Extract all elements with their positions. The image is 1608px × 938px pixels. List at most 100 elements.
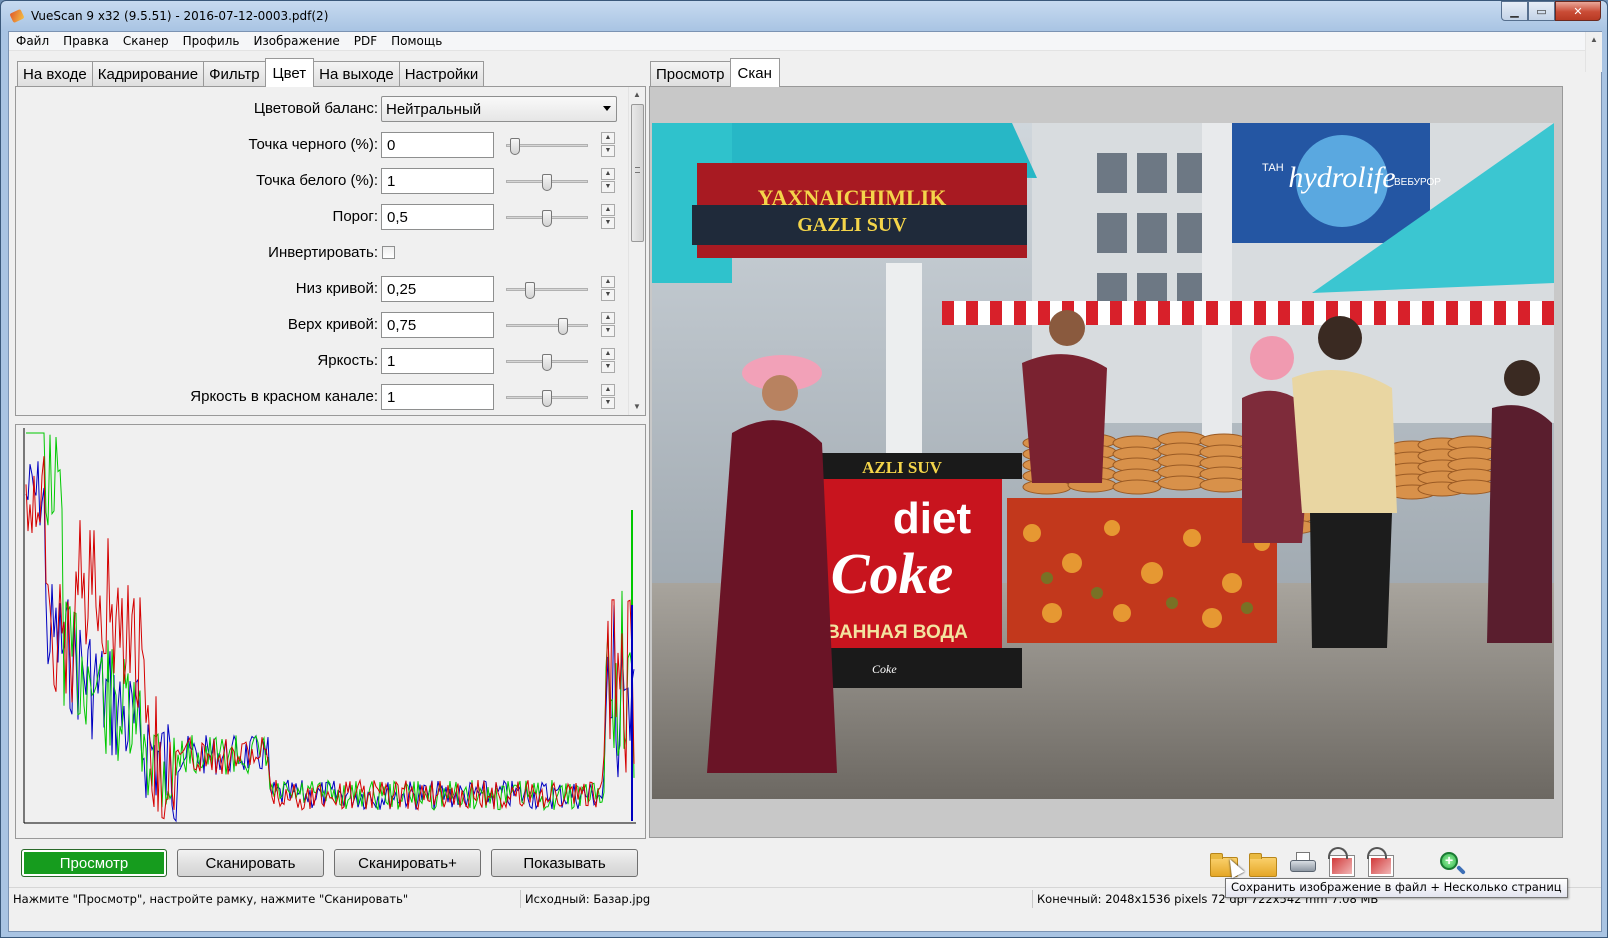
gazli-suv-sign: GAZLI SUV xyxy=(797,214,907,236)
spin-up-icon[interactable]: ▲ xyxy=(601,204,615,216)
save-tooltip: Сохранить изображение в файл + Несколько… xyxy=(1225,878,1568,898)
spin-down-icon[interactable]: ▼ xyxy=(601,361,615,373)
spin-up-icon[interactable]: ▲ xyxy=(601,168,615,180)
invert-checkbox[interactable] xyxy=(382,246,395,259)
tab-input[interactable]: На входе xyxy=(17,61,93,87)
veburor-sign: ВЕБУРОР xyxy=(1394,177,1441,188)
scan-button[interactable]: Сканировать xyxy=(177,849,324,877)
curve-low-slider[interactable] xyxy=(506,282,588,299)
open-folder-icon[interactable] xyxy=(1246,849,1280,879)
zoom-in-icon[interactable]: + xyxy=(1432,849,1466,879)
scroll-down-icon[interactable]: ▼ xyxy=(629,399,645,415)
histogram-panel xyxy=(15,424,646,839)
scroll-thumb[interactable] xyxy=(631,104,644,242)
color-balance-select[interactable]: Нейтральный xyxy=(381,96,617,122)
image-toolbar: + xyxy=(1207,847,1471,879)
curve-high-input[interactable] xyxy=(381,312,494,338)
close-button[interactable]: ✕ xyxy=(1555,1,1601,21)
scroll-up-icon[interactable]: ▲ xyxy=(629,87,645,103)
minimize-button[interactable]: ▁ xyxy=(1501,1,1528,21)
bazaar-photo: hydrolife ТАН ВЕБУРОР YAXNAICHIMLIK GAZL… xyxy=(652,123,1554,799)
awning-stripe xyxy=(1206,301,1218,325)
threshold-spinner[interactable]: ▲ ▼ xyxy=(601,204,615,230)
tab-prefs[interactable]: Настройки xyxy=(398,61,485,87)
menu-scanner[interactable]: Сканер xyxy=(116,34,176,48)
red-brightness-spinner[interactable]: ▲ ▼ xyxy=(601,384,615,410)
awning-stripe xyxy=(1038,301,1050,325)
scanned-photo[interactable]: hydrolife ТАН ВЕБУРОР YAXNAICHIMLIK GAZL… xyxy=(652,123,1554,799)
slider-thumb[interactable] xyxy=(509,138,520,155)
maximize-button[interactable]: ▭ xyxy=(1528,1,1555,21)
spin-down-icon[interactable]: ▼ xyxy=(601,217,615,229)
menu-profile[interactable]: Профиль xyxy=(176,34,247,48)
tab-preview[interactable]: Просмотр xyxy=(650,61,731,87)
printer-icon[interactable] xyxy=(1285,849,1319,879)
coke-text: Coke xyxy=(831,541,953,606)
tab-color[interactable]: Цвет xyxy=(264,58,315,87)
dropdown-arrow-icon xyxy=(603,106,611,111)
brightness-spinner[interactable]: ▲ ▼ xyxy=(601,348,615,374)
menu-file[interactable]: Файл xyxy=(9,34,56,48)
brightness-input[interactable] xyxy=(381,348,494,374)
window-title: VueScan 9 x32 (9.5.51) - 2016-07-12-0003… xyxy=(31,9,329,23)
menu-pdf[interactable]: PDF xyxy=(347,34,384,48)
settings-scrollbar[interactable]: ▲ ▼ xyxy=(628,87,645,415)
curve-high-row: Верх кривой: ▲▼ xyxy=(16,312,616,338)
slider-thumb[interactable] xyxy=(542,354,552,371)
threshold-input[interactable] xyxy=(381,204,494,230)
spin-down-icon[interactable]: ▼ xyxy=(601,325,615,337)
slider-thumb[interactable] xyxy=(542,390,552,407)
scroll-up-icon[interactable]: ▲ xyxy=(1586,32,1602,48)
rotate-right-icon[interactable] xyxy=(1363,847,1397,879)
spin-up-icon[interactable]: ▲ xyxy=(601,384,615,396)
tab-scan[interactable]: Скан xyxy=(729,58,780,87)
black-point-input[interactable] xyxy=(381,132,494,158)
red-brightness-slider[interactable] xyxy=(506,390,588,407)
title-bar[interactable]: VueScan 9 x32 (9.5.51) - 2016-07-12-0003… xyxy=(1,1,1607,31)
curve-low-input[interactable] xyxy=(381,276,494,302)
spin-down-icon[interactable]: ▼ xyxy=(601,397,615,409)
awning-stripe xyxy=(1542,301,1554,325)
rotate-left-icon[interactable] xyxy=(1324,847,1358,879)
slider-thumb[interactable] xyxy=(542,210,552,227)
status-hint: Нажмите "Просмотр", настройте рамку, наж… xyxy=(9,890,521,908)
menu-image[interactable]: Изображение xyxy=(246,34,346,48)
spin-down-icon[interactable]: ▼ xyxy=(601,289,615,301)
tab-output[interactable]: На выходе xyxy=(313,61,400,87)
curve-high-spinner[interactable]: ▲ ▼ xyxy=(601,312,615,338)
spin-up-icon[interactable]: ▲ xyxy=(601,276,615,288)
spin-down-icon[interactable]: ▼ xyxy=(601,181,615,193)
threshold-slider[interactable] xyxy=(506,210,588,227)
curve-low-spinner[interactable]: ▲ ▼ xyxy=(601,276,615,302)
tab-crop[interactable]: Кадрирование xyxy=(91,61,205,87)
scan-viewport[interactable]: hydrolife ТАН ВЕБУРОР YAXNAICHIMLIK GAZL… xyxy=(649,86,1563,838)
menu-help[interactable]: Помощь xyxy=(384,34,449,48)
black-point-spinner[interactable]: ▲ ▼ xyxy=(601,132,615,158)
awning-stripe xyxy=(1518,301,1530,325)
preview-button[interactable]: Просмотр xyxy=(21,849,167,877)
white-point-slider[interactable] xyxy=(506,174,588,191)
spin-up-icon[interactable]: ▲ xyxy=(601,348,615,360)
brightness-slider[interactable] xyxy=(506,354,588,371)
awning-stripe xyxy=(966,301,978,325)
show-button[interactable]: Показывать xyxy=(491,849,638,877)
red-brightness-input[interactable] xyxy=(381,384,494,410)
slider-thumb[interactable] xyxy=(525,282,536,299)
white-point-spinner[interactable]: ▲ ▼ xyxy=(601,168,615,194)
bread-loaf xyxy=(1199,477,1249,493)
awning-stripe xyxy=(1278,301,1290,325)
black-point-slider[interactable] xyxy=(506,138,588,155)
scan-plus-button[interactable]: Сканировать+ xyxy=(334,849,481,877)
white-point-input[interactable] xyxy=(381,168,494,194)
color-balance-label: Цветовой баланс: xyxy=(253,100,378,117)
right-scrollbar[interactable]: ▲ xyxy=(1585,32,1602,72)
tab-filter[interactable]: Фильтр xyxy=(203,61,266,87)
spin-up-icon[interactable]: ▲ xyxy=(601,312,615,324)
spin-up-icon[interactable]: ▲ xyxy=(601,132,615,144)
spin-down-icon[interactable]: ▼ xyxy=(601,145,615,157)
slider-thumb[interactable] xyxy=(557,318,568,335)
curve-high-slider[interactable] xyxy=(506,318,588,335)
slider-thumb[interactable] xyxy=(542,174,552,191)
menu-edit[interactable]: Правка xyxy=(56,34,116,48)
awning-stripe xyxy=(1446,301,1458,325)
